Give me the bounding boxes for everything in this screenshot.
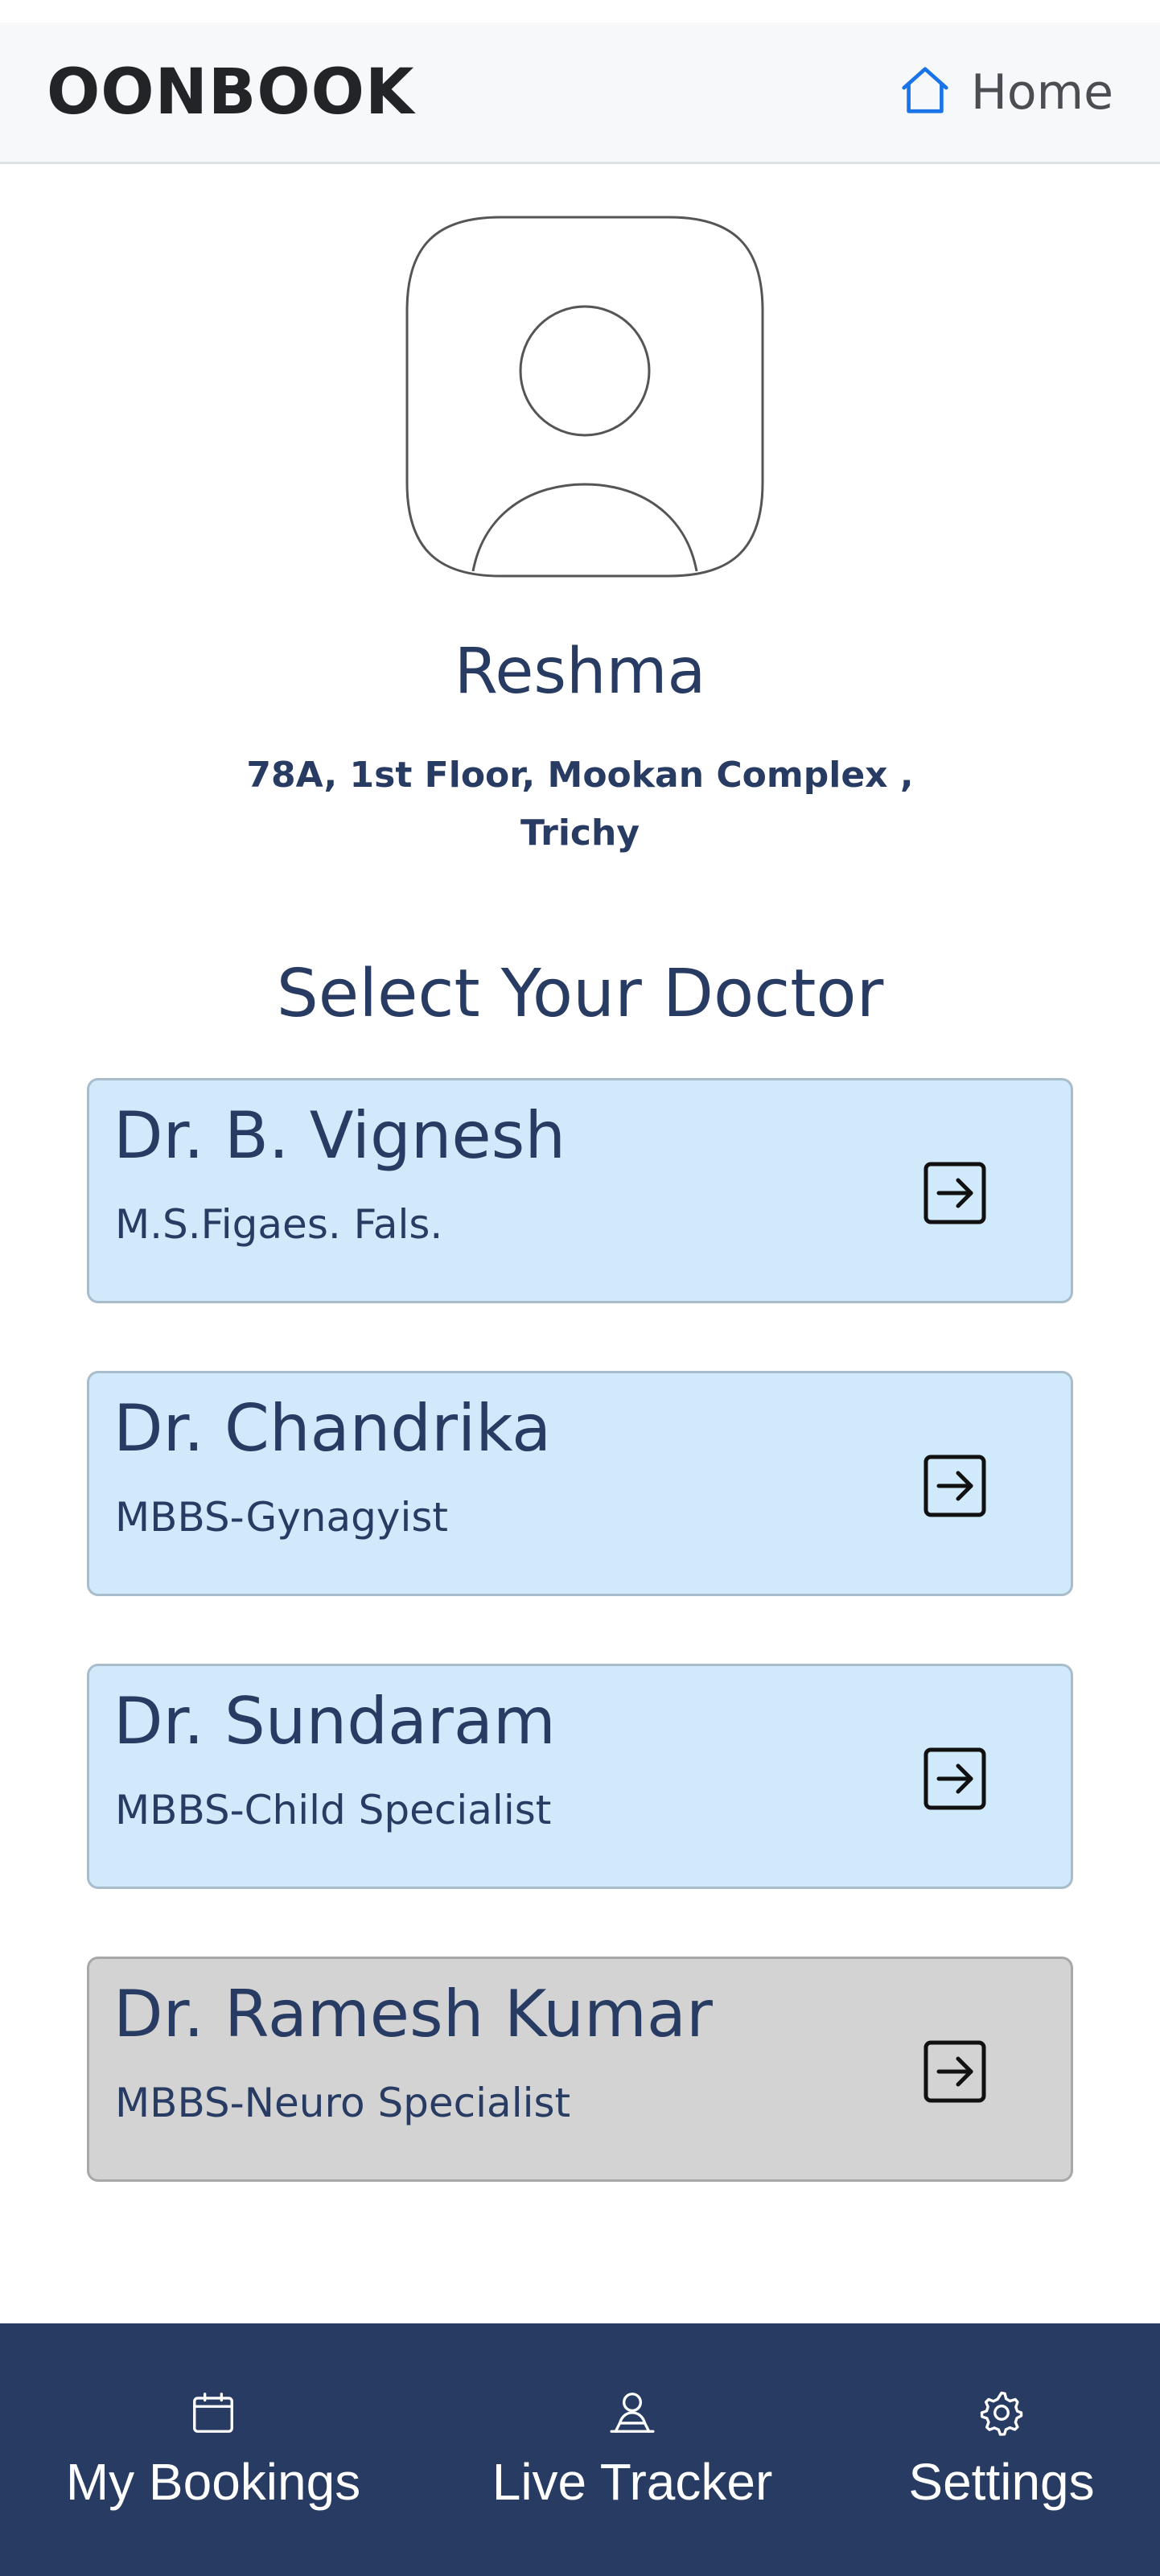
calendar-icon bbox=[188, 2388, 238, 2438]
profile-address: 78A, 1st Floor, Mookan Complex , Trichy bbox=[0, 747, 1160, 862]
app-screen: OONBOOK Home Reshma 78A, 1st Floor, Mook… bbox=[0, 0, 1160, 2576]
home-link[interactable]: Home bbox=[897, 62, 1113, 122]
doctor-name: Dr. Ramesh Kumar bbox=[113, 1977, 713, 2051]
doctor-card[interactable]: Dr. Chandrika MBBS-Gynagyist bbox=[87, 1371, 1073, 1596]
bottom-nav: My Bookings Live Tracker Settings bbox=[0, 2323, 1160, 2576]
nav-settings[interactable]: Settings bbox=[893, 2323, 1110, 2576]
gear-icon bbox=[977, 2388, 1026, 2438]
doctor-card[interactable]: Dr. Sundaram MBBS-Child Specialist bbox=[87, 1664, 1073, 1889]
address-line-1: 78A, 1st Floor, Mookan Complex , bbox=[246, 755, 914, 796]
section-title: Select Your Doctor bbox=[276, 956, 884, 1032]
doctor-qualification: MBBS-Gynagyist bbox=[115, 1494, 449, 1541]
doctor-qualification: MBBS-Neuro Specialist bbox=[115, 2080, 571, 2126]
home-label: Home bbox=[970, 64, 1113, 121]
doctor-name: Dr. Sundaram bbox=[113, 1684, 556, 1759]
nav-label: Live Tracker bbox=[492, 2453, 773, 2511]
enter-arrow-icon[interactable] bbox=[921, 2038, 989, 2105]
nav-my-bookings[interactable]: My Bookings bbox=[64, 2323, 362, 2576]
top-header: OONBOOK Home bbox=[0, 23, 1160, 164]
doctor-qualification: M.S.Figaes. Fals. bbox=[115, 1201, 443, 1248]
user-avatar-icon bbox=[404, 214, 766, 579]
nav-label: Settings bbox=[908, 2453, 1095, 2511]
doctor-name: Dr. Chandrika bbox=[113, 1391, 552, 1466]
nav-label: My Bookings bbox=[65, 2453, 361, 2511]
doctor-name: Dr. B. Vignesh bbox=[113, 1098, 566, 1173]
doctor-card-unavailable[interactable]: Dr. Ramesh Kumar MBBS-Neuro Specialist bbox=[87, 1957, 1073, 2182]
profile-name: Reshma bbox=[454, 636, 706, 708]
home-icon bbox=[897, 62, 953, 122]
address-line-2: Trichy bbox=[520, 813, 640, 854]
brand-logo: OONBOOK bbox=[47, 56, 415, 129]
nav-live-tracker[interactable]: Live Tracker bbox=[487, 2323, 777, 2576]
doctor-card[interactable]: Dr. B. Vignesh M.S.Figaes. Fals. bbox=[87, 1078, 1073, 1303]
doctor-qualification: MBBS-Child Specialist bbox=[115, 1787, 552, 1833]
enter-arrow-icon[interactable] bbox=[921, 1745, 989, 1813]
doctor-list: Dr. B. Vignesh M.S.Figaes. Fals. Dr. Cha… bbox=[87, 1078, 1073, 2249]
location-person-icon bbox=[607, 2388, 657, 2438]
enter-arrow-icon[interactable] bbox=[921, 1452, 989, 1520]
enter-arrow-icon[interactable] bbox=[921, 1159, 989, 1227]
